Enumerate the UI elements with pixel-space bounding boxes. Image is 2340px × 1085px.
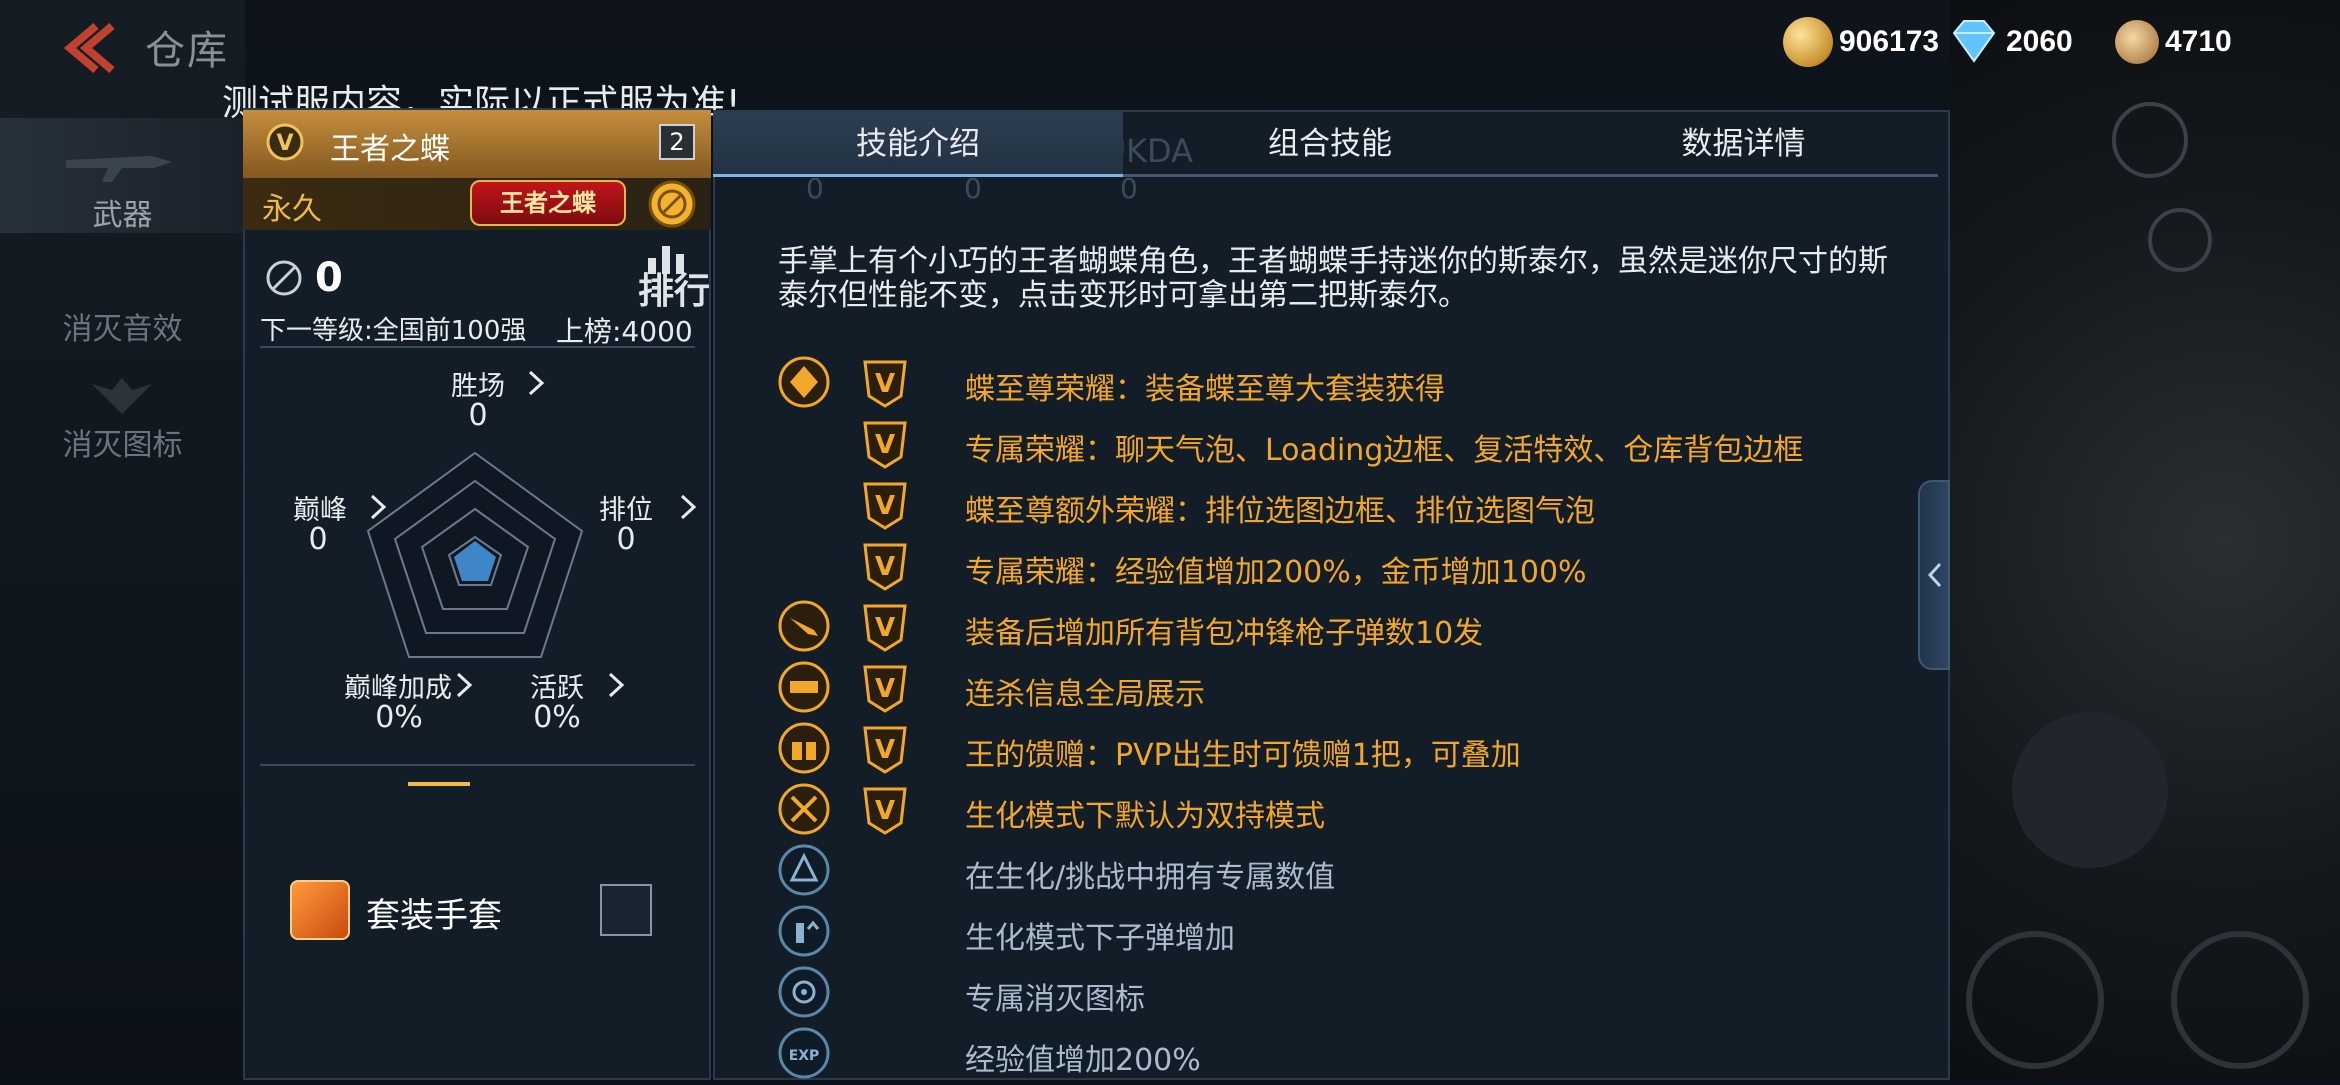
skill-text: 连杀信息全局展示: [965, 677, 1205, 712]
v-badge-icon: V: [863, 665, 907, 713]
item-level-badge: 2: [659, 124, 695, 160]
v-badge-icon: V: [863, 421, 907, 469]
ghost-value: 0: [806, 172, 824, 205]
ammo-up-icon: [778, 905, 830, 957]
nav-item-label: 消灭音效: [62, 312, 183, 347]
v-badge-icon: V: [863, 604, 907, 652]
leaderboard-label[interactable]: 排行: [638, 262, 710, 314]
v-badge-icon: V: [266, 123, 304, 161]
scene-background: [1950, 0, 2340, 1080]
svg-text:V: V: [276, 131, 293, 156]
skill-text: 经验值增加200%: [965, 1043, 1201, 1078]
no-weapon-icon: [266, 260, 302, 296]
nav-item-kill-sound[interactable]: 消灭音效: [0, 248, 245, 363]
kill-count-value: 0: [315, 255, 343, 301]
diamond-icon: [1952, 20, 1996, 63]
nav-item-weapons[interactable]: 武器: [0, 118, 245, 233]
next-level-text: 下一等级:全国前100强: [260, 316, 527, 346]
chevron-right-icon[interactable]: [678, 492, 698, 522]
svg-text:V: V: [875, 430, 895, 460]
suit-glove-label: 套装手套: [366, 896, 502, 936]
v-badge-icon: V: [863, 787, 907, 835]
page-indicator: [408, 782, 470, 786]
wings-icon: [92, 378, 152, 414]
chevron-left-icon: [1927, 562, 1942, 588]
tab-skill-intro[interactable]: 技能介绍: [713, 112, 1123, 176]
rifle-icon: [66, 156, 172, 182]
back-button[interactable]: [52, 18, 122, 78]
radar-peak-value: 0: [308, 522, 328, 557]
diamond-value: 2060: [2006, 25, 2073, 58]
v-badge-icon: V: [863, 543, 907, 591]
skill-text: 专属荣耀：经验值增加200%，金币增加100%: [965, 555, 1587, 590]
svg-text:V: V: [875, 674, 895, 704]
smg-icon: [778, 600, 830, 652]
collapse-panel-button[interactable]: [1918, 480, 1950, 670]
nav-item-label: 消灭图标: [62, 428, 183, 463]
skill-description: 手掌上有个小巧的王者蝴蝶角色，王者蝴蝶手持迷你的斯泰尔，虽然是迷你尺寸的斯泰尔但…: [778, 244, 1888, 313]
tab-active-indicator: [713, 174, 1123, 177]
tab-data-details[interactable]: 数据详情: [1537, 112, 1950, 176]
radar-active-value: 0%: [533, 700, 581, 735]
svg-text:V: V: [875, 552, 895, 582]
suit-glove-checkbox[interactable]: [600, 884, 652, 936]
radar-wins-value: 0: [468, 398, 488, 433]
skill-text: 生化模式下子弹增加: [965, 921, 1235, 956]
skill-text: 王的馈赠：PVP出生时可馈赠1把，可叠加: [965, 738, 1521, 773]
honor-coin-counter[interactable]: 4710: [2115, 14, 2232, 70]
diamond-emblem-icon: [778, 356, 830, 408]
item-banner: 王者之蝶: [470, 180, 626, 226]
chevron-right-icon[interactable]: [368, 492, 388, 522]
gift-icon: [778, 722, 830, 774]
svg-text:V: V: [875, 735, 895, 765]
chevron-right-icon[interactable]: [606, 670, 626, 700]
honor-coin-value: 4710: [2165, 25, 2232, 58]
ghost-value: 0: [964, 172, 982, 205]
skill-text: 专属荣耀：聊天气泡、Loading边框、复活特效、仓库背包边框: [965, 433, 1804, 468]
chevron-right-icon[interactable]: [526, 368, 546, 398]
gold-coin-counter[interactable]: 906173: [1783, 14, 1939, 70]
killstreak-icon: [778, 661, 830, 713]
svg-text:V: V: [875, 796, 895, 826]
skill-text: 专属消灭图标: [965, 982, 1145, 1017]
svg-text:V: V: [875, 369, 895, 399]
dual-wield-icon: [778, 783, 830, 835]
upbang-text: 上榜:4000: [556, 315, 693, 348]
skill-text: 装备后增加所有背包冲锋枪子弹数10发: [965, 616, 1484, 651]
kill-icon-icon: [778, 966, 830, 1018]
nav-item-label: 武器: [92, 198, 153, 233]
item-duration: 永久: [262, 192, 322, 227]
skill-text: 蝶至尊荣耀：装备蝶至尊大套装获得: [965, 372, 1445, 407]
v-badge-icon: V: [863, 726, 907, 774]
diamond-counter[interactable]: 2060: [1946, 14, 2073, 70]
svg-text:V: V: [875, 491, 895, 521]
v-badge-icon: V: [863, 360, 907, 408]
zombie-mode-icon: [778, 844, 830, 896]
page-title: 仓库: [145, 28, 229, 74]
radar-chart: [366, 451, 584, 658]
v-badge-icon: V: [863, 482, 907, 530]
divider: [260, 764, 695, 766]
tab-combo-skill[interactable]: 组合技能: [1123, 112, 1537, 176]
item-name: 王者之蝶: [330, 132, 450, 167]
nav-item-kill-icon[interactable]: 消灭图标: [0, 364, 245, 479]
chevron-left-icon: [63, 22, 115, 74]
skill-text: 在生化/挑战中拥有专属数值: [965, 860, 1336, 895]
gold-coin-value: 906173: [1839, 25, 1940, 58]
svg-text:EXP: EXP: [789, 1048, 820, 1064]
skill-text: 生化模式下默认为双持模式: [965, 799, 1325, 834]
exp-icon: EXP: [778, 1027, 830, 1079]
glove-icon: [290, 880, 350, 940]
gold-coin-icon: [1783, 17, 1833, 67]
honor-coin-icon: [2115, 20, 2159, 64]
ghost-value: 0: [1120, 172, 1138, 205]
medal-icon[interactable]: [646, 178, 698, 230]
skill-text: 蝶至尊额外荣耀：排位选图边框、排位选图气泡: [965, 494, 1595, 529]
svg-text:V: V: [875, 613, 895, 643]
radar-ranked-value: 0: [616, 522, 636, 557]
radar-peak-bonus-value: 0%: [375, 700, 423, 735]
chevron-right-icon[interactable]: [454, 670, 474, 700]
divider: [260, 346, 695, 348]
